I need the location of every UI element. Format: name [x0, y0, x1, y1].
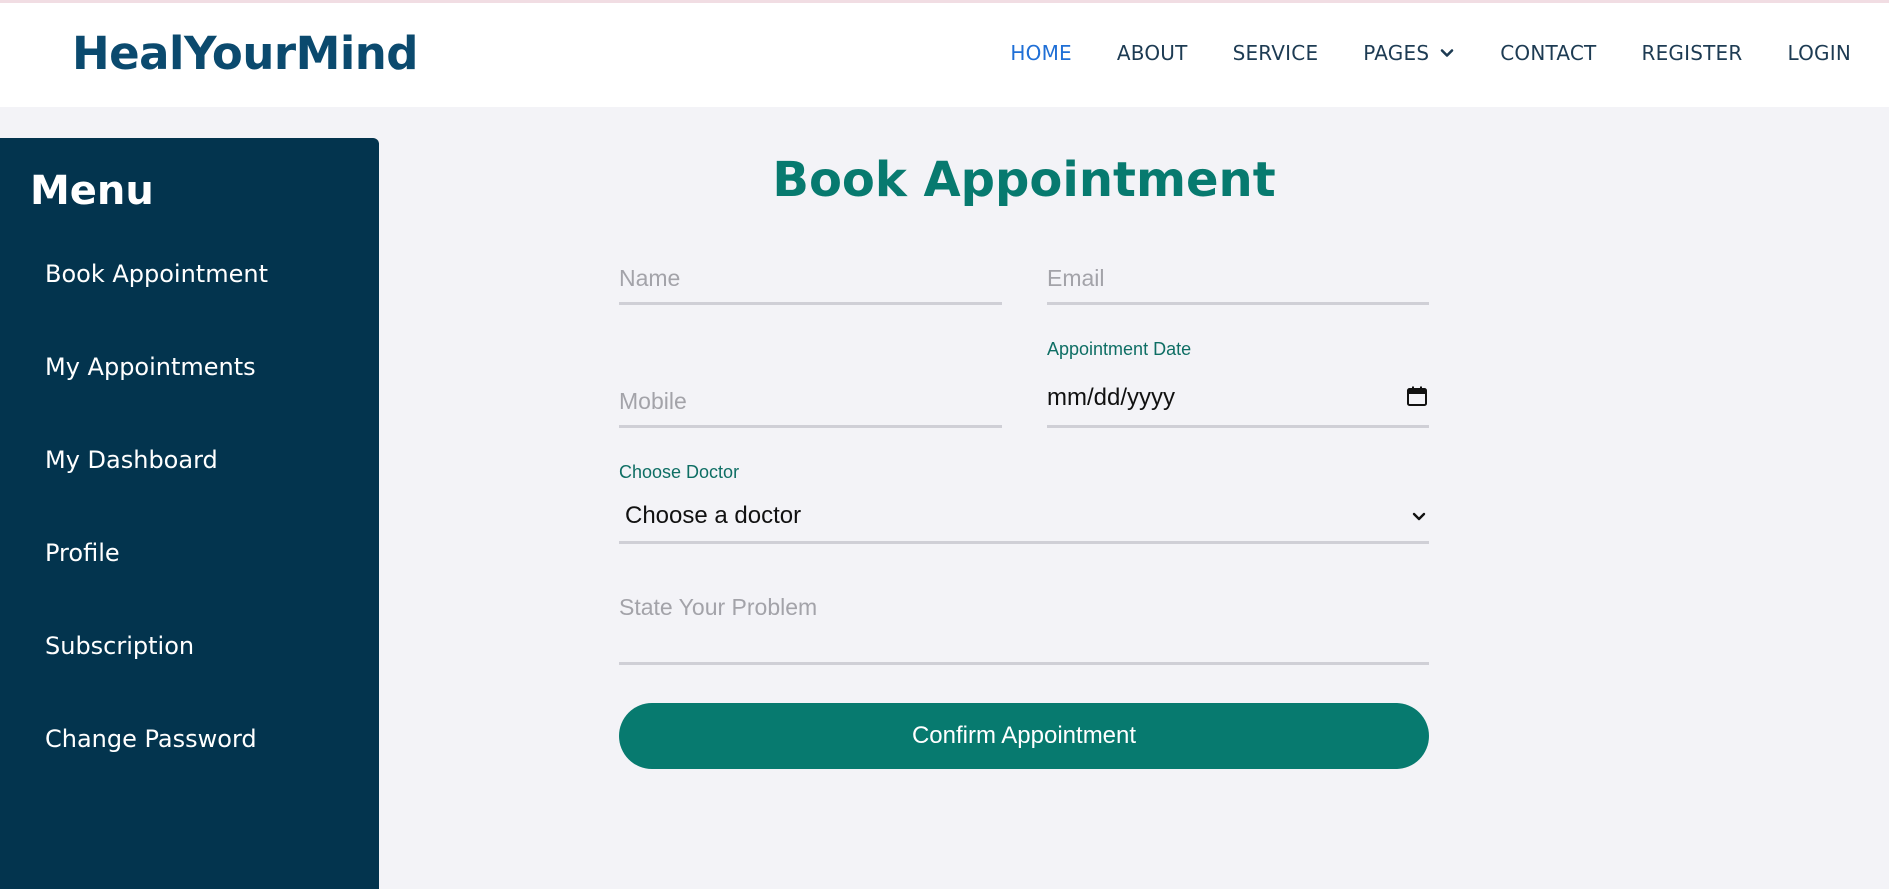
nav-home[interactable]: HOME	[1010, 41, 1071, 65]
nav-about[interactable]: ABOUT	[1117, 41, 1188, 65]
appointment-date-label: Appointment Date	[1047, 339, 1192, 359]
brand-logo[interactable]: HealYourMind	[72, 27, 419, 80]
confirm-appointment-button[interactable]: Confirm Appointment	[619, 703, 1429, 769]
top-navbar: HealYourMind HOME ABOUT SERVICE PAGES CO…	[0, 3, 1889, 107]
problem-input[interactable]	[619, 585, 1429, 629]
email-field	[1047, 255, 1429, 305]
nav-pages[interactable]: PAGES	[1363, 41, 1455, 65]
date-value: mm/dd/yyyy	[1047, 384, 1176, 411]
nav-contact-label: CONTACT	[1500, 41, 1597, 65]
chevron-down-icon	[1412, 512, 1426, 521]
email-input[interactable]	[1047, 255, 1429, 302]
nav-service[interactable]: SERVICE	[1233, 41, 1319, 65]
sidebar-item-subscription[interactable]: Subscription	[45, 632, 194, 660]
choose-doctor-label: Choose Doctor	[619, 462, 740, 482]
nav-contact[interactable]: CONTACT	[1500, 41, 1596, 65]
name-field	[619, 255, 1002, 305]
problem-field	[619, 585, 1429, 665]
name-input[interactable]	[619, 255, 1002, 302]
sidebar-item-profile[interactable]: Profile	[45, 539, 120, 567]
nav-login[interactable]: LOGIN	[1787, 41, 1851, 65]
doctor-select[interactable]: Choose a doctor	[619, 494, 1429, 544]
mobile-field	[619, 378, 1002, 428]
chevron-down-icon	[1440, 49, 1454, 57]
sidebar-item-book-appointment[interactable]: Book Appointment	[45, 260, 268, 288]
sidebar-item-my-appointments[interactable]: My Appointments	[45, 353, 256, 381]
appointment-date-input[interactable]: mm/dd/yyyy	[1047, 374, 1429, 428]
sidebar: Menu Book Appointment My Appointments My…	[0, 138, 379, 889]
doctor-select-value: Choose a doctor	[625, 502, 802, 529]
nav-about-label: ABOUT	[1116, 41, 1188, 65]
nav-register-label: REGISTER	[1641, 41, 1743, 65]
calendar-icon[interactable]	[1405, 384, 1429, 408]
nav-login-label: LOGIN	[1787, 41, 1851, 65]
sidebar-item-change-password[interactable]: Change Password	[45, 725, 257, 753]
nav-pages-label: PAGES	[1363, 41, 1430, 65]
main-nav: HOME ABOUT SERVICE PAGES CONTACT REGISTE…	[965, 41, 1851, 65]
mobile-input[interactable]	[619, 378, 1002, 425]
page-title: Book Appointment	[772, 152, 1276, 208]
nav-service-label: SERVICE	[1232, 41, 1319, 65]
nav-register[interactable]: REGISTER	[1641, 41, 1742, 65]
nav-home-label: HOME	[1010, 41, 1072, 65]
sidebar-item-my-dashboard[interactable]: My Dashboard	[45, 446, 218, 474]
sidebar-title: Menu	[30, 168, 154, 214]
